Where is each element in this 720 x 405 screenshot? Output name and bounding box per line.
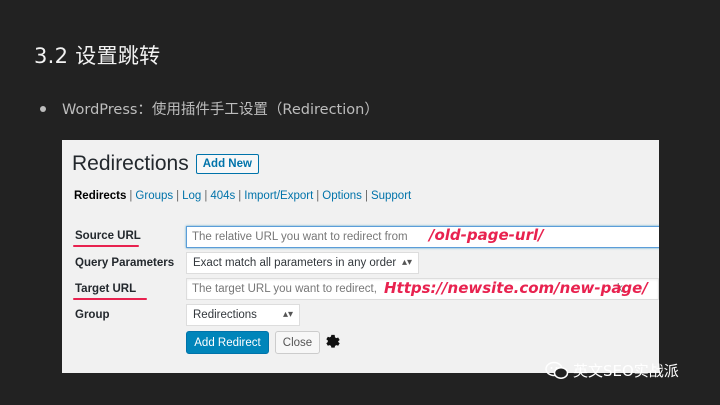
target-url-annotation: Https://newsite.com/new-page/: [384, 279, 648, 297]
target-url-placeholder: The target URL you want to redirect,: [192, 283, 377, 295]
subnav-import-export[interactable]: Import/Export: [244, 190, 313, 202]
slide-title: 3.2 设置跳转: [34, 44, 161, 68]
subnav-groups[interactable]: Groups: [135, 190, 173, 202]
page-header: Redirections Add New: [72, 152, 259, 176]
source-url-input[interactable]: The relative URL you want to redirect fr…: [186, 226, 659, 248]
query-params-select[interactable]: Exact match all parameters in any order …: [186, 252, 419, 274]
subnav: Redirects | Groups | Log | 404s | Import/Export |…: [74, 190, 411, 202]
watermark: 英文SEO实战派: [545, 360, 679, 381]
close-button[interactable]: Close: [275, 331, 320, 354]
redirection-screenshot: Redirections Add New Redirects | Groups | Lo…: [62, 140, 659, 373]
source-url-underline: [73, 245, 139, 247]
bullet-row: WordPress：使用插件手工设置（Redirection）: [40, 98, 379, 119]
query-params-label: Query Parameters: [75, 257, 175, 269]
subnav-support[interactable]: Support: [371, 190, 411, 202]
subnav-separator: |: [364, 190, 368, 202]
add-new-button[interactable]: Add New: [195, 154, 259, 174]
subnav-options[interactable]: Options: [322, 190, 362, 202]
subnav-redirects[interactable]: Redirects: [74, 190, 126, 202]
add-redirect-button[interactable]: Add Redirect: [186, 331, 269, 354]
gear-icon[interactable]: [324, 331, 342, 353]
subnav-separator: |: [238, 190, 242, 202]
source-url-label: Source URL: [75, 230, 141, 242]
query-params-value: Exact match all parameters in any order: [193, 257, 397, 269]
chevron-updown-icon: ▴▾: [401, 257, 412, 268]
source-url-placeholder: The relative URL you want to redirect fr…: [192, 231, 408, 243]
subnav-separator: |: [176, 190, 180, 202]
wechat-icon: [545, 361, 569, 379]
subnav-separator: |: [316, 190, 320, 202]
group-value: Redirections: [193, 309, 257, 321]
watermark-text: 英文SEO实战派: [573, 362, 679, 380]
bullet-dot: [40, 105, 46, 112]
subnav-separator: |: [204, 190, 208, 202]
group-label: Group: [75, 309, 110, 321]
subnav-404s[interactable]: 404s: [210, 190, 235, 202]
bullet-text: WordPress：使用插件手工设置（Redirection）: [62, 102, 379, 118]
group-select[interactable]: Redirections ▴▾: [186, 304, 300, 326]
chevron-updown-icon: ▴▾: [282, 309, 293, 320]
source-url-annotation: /old-page-url/: [429, 226, 544, 244]
target-url-label: Target URL: [75, 283, 137, 295]
subnav-log[interactable]: Log: [182, 190, 201, 202]
target-url-underline: [73, 298, 147, 300]
page-title: Redirections: [72, 152, 189, 175]
